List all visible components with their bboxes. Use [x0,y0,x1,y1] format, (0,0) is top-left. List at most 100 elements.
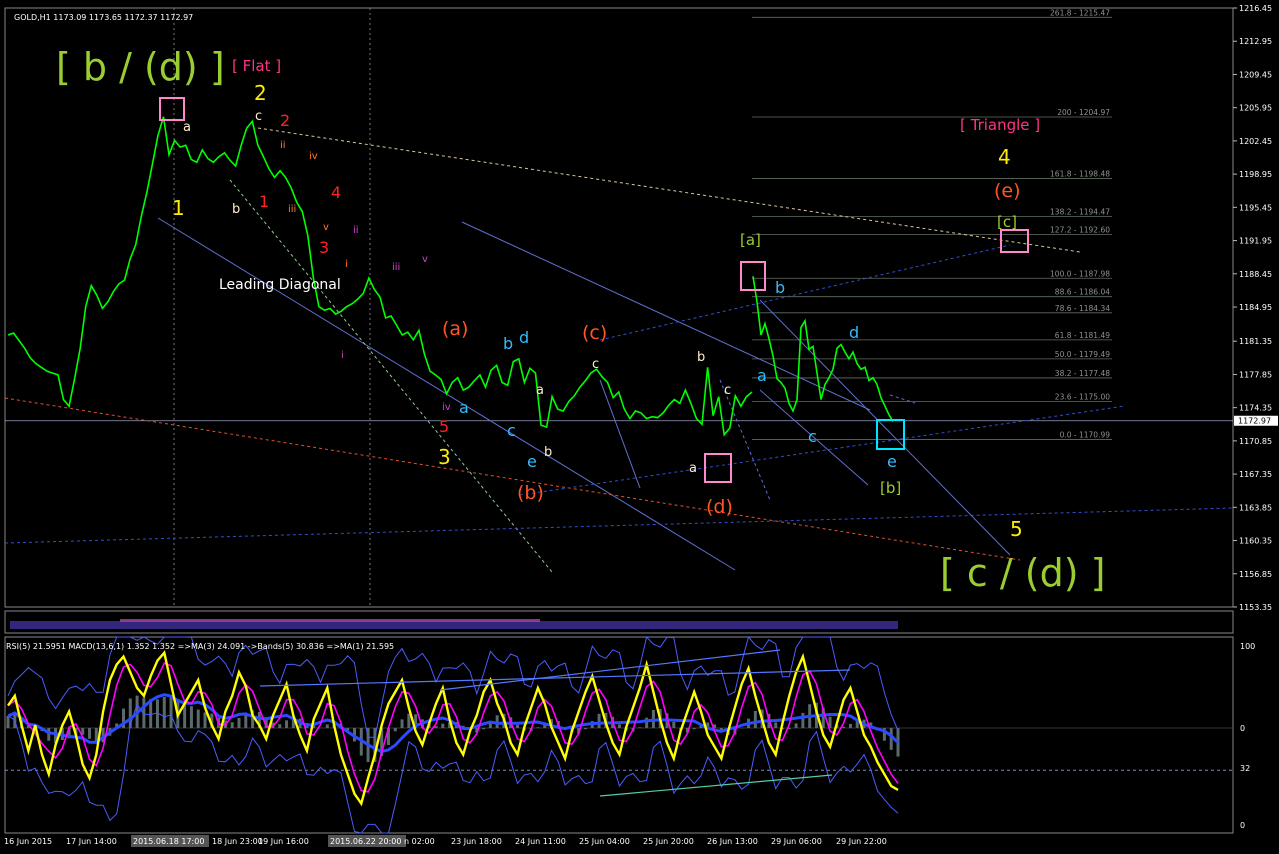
wave-label-triangle: [ Triangle ] [960,116,1040,134]
fib-level-label: 78.6 - 1184.34 [1055,304,1110,313]
orange-wave-1: (b) [517,482,544,504]
marker-box-1 [740,261,766,291]
orange-wave-4: (e) [994,180,1021,202]
bracket-wave-2: [c] [997,213,1017,231]
red-wave-2: 3 [319,238,329,257]
main-panel-frame [4,7,1234,608]
x-tick-label: 25 Jun 20:00 [643,837,694,846]
x-tick-label: 2015.06.18 17:00 [133,837,204,846]
fib-level-label: 100.0 - 1187.98 [1050,269,1110,278]
macd-histogram-bar [753,710,757,728]
price-series-2 [752,276,894,422]
indicator-tick-label: 0 [1240,821,1245,830]
y-tick-label: 1216.45 [1239,4,1272,13]
macd-histogram-bar [536,727,540,728]
macd-histogram-bar [400,719,404,728]
trend-line-1 [461,221,871,411]
fib-level-label: 88.6 - 1186.04 [1055,288,1110,297]
y-tick-label: 1202.45 [1239,137,1272,146]
x-tick-label: 16 Jun 2015 [4,837,52,846]
roman-wave-2: iii [288,204,296,215]
cyan-wave-2: c [507,421,516,440]
y-tick-label: 1191.95 [1239,237,1272,246]
y-tick-label: 1198.95 [1239,170,1272,179]
macd-histogram-bar [638,727,642,728]
x-tick-label: 29 Jun 22:00 [836,837,887,846]
bracket-wave-1: [b] [880,479,901,497]
macd-histogram-bar [617,724,621,728]
x-tick-label: 25 Jun 04:00 [579,837,630,846]
orange-wave-3: (d) [706,496,733,518]
fib-level-label: 127.2 - 1192.60 [1050,225,1110,234]
fib-level-label: 200 - 1204.97 [1057,108,1110,117]
red-wave-1: 2 [280,111,290,130]
red-wave-3: 4 [331,183,341,202]
y-tick-label: 1209.45 [1239,70,1272,79]
marker-box-4 [876,419,905,450]
yellow-wave-0: 1 [172,196,185,220]
y-tick-label: 1160.35 [1239,537,1272,546]
yellow-wave-2: 3 [438,445,451,469]
macd-histogram-bar [597,713,601,728]
price-series-1 [7,116,753,437]
macd-histogram-bar [393,728,397,732]
wave-label-main: [ b / (d) ] [56,45,225,89]
roman-wave-4: v [323,222,329,233]
macd-histogram-bar [794,723,798,728]
fib-level-label: 0.0 - 1170.99 [1060,431,1111,440]
wave-label-main-end: [ c / (d) ] [940,551,1105,595]
x-tick-label: 26 Jun 13:00 [707,837,758,846]
roman-wave-6: ii [353,225,359,236]
cyan-wave-7: c [808,427,817,446]
trend-line-6 [519,405,1126,496]
macd-histogram-bar [407,713,411,728]
macd-histogram-bar [162,697,166,728]
white-wave-4: b [544,445,552,460]
fib-level-label: 261.8 - 1215.47 [1050,8,1110,17]
trend-line-2 [229,179,553,573]
wave-label-leading-diagonal: Leading Diagonal [219,277,341,293]
indicator-trend-line-0 [259,669,851,687]
bracket-wave-0: [a] [740,231,761,249]
cyan-wave-0: a [459,398,469,417]
x-tick-label: 29 Jun 06:00 [771,837,822,846]
orange-wave-0: (a) [442,318,468,340]
white-wave-3: a [536,383,544,398]
macd-histogram-bar [672,722,676,728]
macd-histogram-bar [583,728,587,730]
macd-histogram-bar [169,696,173,728]
x-tick-label: 17 Jun 14:00 [66,837,117,846]
cyan-wave-5: a [757,366,767,385]
white-wave-5: c [592,357,599,372]
cyan-wave-6: b [775,278,785,297]
roman-wave-3: iv [309,151,318,162]
chart-canvas: 1216.45 1212.95 1209.45 1205.95 1202.45 1198.… [4,4,1278,847]
red-wave-0: 1 [259,192,269,211]
roman-wave-7: iii [392,262,400,273]
x-tick-label: 18 Jun 23:00 [212,837,263,846]
y-tick-label: 1163.85 [1239,503,1272,512]
y-tick-label: 1156.85 [1239,570,1272,579]
macd-histogram-bar [441,723,445,728]
white-wave-6: a [689,461,697,476]
x-tick-label: 19 Jun 16:00 [258,837,309,846]
y-tick-label: 1170.85 [1239,437,1272,446]
macd-histogram-bar [325,724,329,728]
macd-histogram-bar [848,723,852,728]
macd-histogram-bar [774,722,778,728]
x-tick-label: n 02:00 [404,837,435,846]
x-tick-label: 24 Jun 11:00 [515,837,566,846]
y-tick-label: 1153.35 [1239,603,1272,612]
volume-strip [10,621,898,629]
roman-wave-8: iv [442,402,451,413]
trend-line-5 [4,507,1234,544]
red-wave-4: 5 [439,417,449,436]
macd-histogram-bar [189,706,193,728]
white-wave-2: c [255,109,262,124]
fib-level-label: 50.0 - 1179.49 [1055,350,1110,359]
indicator-tick-label: 100 [1240,642,1255,651]
macd-histogram-bar [88,728,92,739]
macd-histogram-bar [516,724,520,728]
fib-level-label: 138.2 - 1194.47 [1050,208,1110,217]
cyan-wave-8: d [849,323,859,342]
